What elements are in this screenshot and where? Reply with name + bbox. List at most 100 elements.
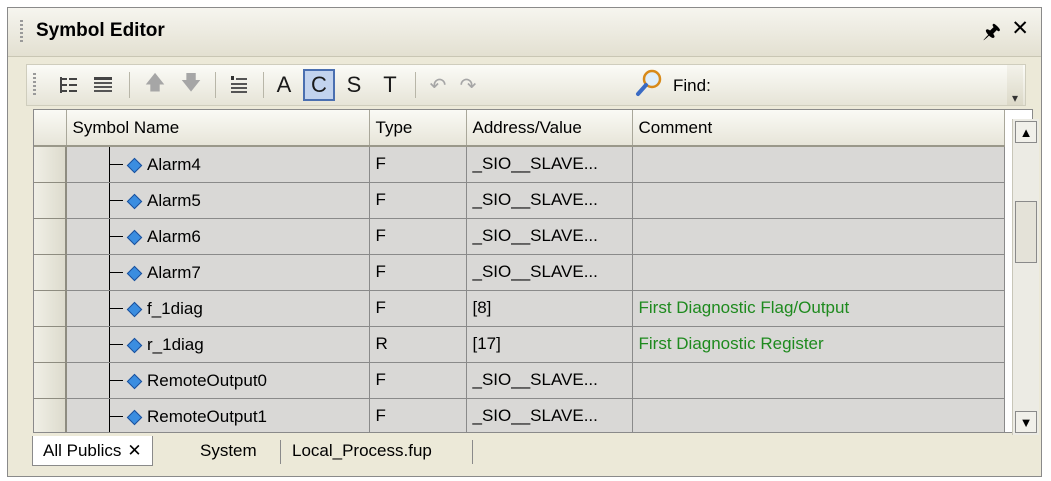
type-cell[interactable]: F (369, 254, 467, 291)
symbol-name: Alarm7 (147, 262, 201, 282)
table-row[interactable]: Alarm6 F _SIO__SLAVE... (34, 218, 1005, 255)
address-cell[interactable]: _SIO__SLAVE... (466, 182, 633, 219)
symbol-name-cell[interactable]: Alarm7 (66, 254, 370, 291)
move-up-icon[interactable]: 🡅 (141, 71, 169, 99)
table-row[interactable]: Alarm4 F _SIO__SLAVE... (34, 146, 1005, 183)
row-selector[interactable] (34, 398, 67, 432)
type-cell[interactable]: F (369, 146, 467, 183)
row-selector[interactable] (34, 146, 67, 183)
comment-cell[interactable]: First Diagnostic Flag/Output (632, 290, 1005, 327)
tree-branch (109, 235, 123, 237)
redo-icon[interactable]: ↷ (455, 71, 481, 99)
column-header-symbol-name[interactable]: Symbol Name (66, 110, 370, 147)
row-header-corner (34, 110, 67, 147)
filter-c-label: C (311, 72, 327, 97)
address-cell[interactable]: _SIO__SLAVE... (466, 146, 633, 183)
symbol-name-cell[interactable]: RemoteOutput1 (66, 398, 370, 432)
row-selector[interactable] (34, 290, 67, 327)
filter-a-label: A (276, 72, 292, 97)
tab-system[interactable]: System (200, 436, 257, 466)
address-cell[interactable]: _SIO__SLAVE... (466, 362, 633, 399)
address-cell[interactable]: _SIO__SLAVE... (466, 254, 633, 291)
table-row[interactable]: f_1diag F [8] First Diagnostic Flag/Output (34, 290, 1005, 327)
comment-cell[interactable]: First Diagnostic Register (632, 326, 1005, 363)
table-row[interactable]: Alarm5 F _SIO__SLAVE... (34, 182, 1005, 219)
tree-branch (109, 379, 123, 381)
symbol-diamond-icon (126, 157, 143, 174)
symbol-diamond-icon (126, 193, 143, 209)
tab-system-label: System (200, 441, 257, 460)
comment-cell[interactable] (632, 182, 1005, 219)
move-down-icon[interactable]: 🡇 (177, 71, 205, 99)
toolbar: 🡅 🡇 A C S T ↶ ↷ Find: ▾ (26, 64, 1026, 106)
title-bar: Symbol Editor 🖈 ✕ (8, 8, 1041, 57)
type-cell[interactable]: F (369, 290, 467, 327)
type-cell[interactable]: F (369, 398, 467, 432)
symbol-name-cell[interactable]: Alarm6 (66, 218, 370, 255)
tree-view-icon[interactable] (55, 71, 83, 99)
tab-all-publics[interactable]: All Publics ✕ (32, 436, 153, 466)
search-icon[interactable] (633, 69, 665, 97)
list-view-icon[interactable] (89, 71, 117, 99)
tree-branch (109, 164, 123, 165)
comment-cell[interactable] (632, 254, 1005, 291)
tree-branch (109, 307, 123, 309)
tree-branch (109, 199, 123, 201)
address-cell[interactable]: [17] (466, 326, 633, 363)
table-row[interactable]: RemoteOutput1 F _SIO__SLAVE... (34, 398, 1005, 432)
tree-branch (109, 343, 123, 345)
pin-icon[interactable]: 🖈 (983, 17, 1002, 51)
toolbar-grip[interactable] (33, 73, 36, 97)
address-cell[interactable]: [8] (466, 290, 633, 327)
filter-c-button[interactable]: C (303, 69, 335, 101)
symbol-name-cell[interactable]: Alarm5 (66, 182, 370, 219)
table-row[interactable]: r_1diag R [17] First Diagnostic Register (34, 326, 1005, 363)
table-header-row: Symbol Name Type Address/Value Comment (34, 110, 1005, 147)
tab-close-icon[interactable]: ✕ (127, 441, 141, 461)
type-cell[interactable]: F (369, 362, 467, 399)
filter-t-label: T (383, 72, 397, 97)
type-cell[interactable]: F (369, 218, 467, 255)
column-header-address-value[interactable]: Address/Value (466, 110, 633, 147)
column-header-type[interactable]: Type (369, 110, 467, 147)
filter-a-button[interactable]: A (271, 71, 297, 99)
vertical-scrollbar[interactable]: ▲ ▼ (1012, 119, 1039, 435)
comment-cell[interactable] (632, 218, 1005, 255)
close-icon[interactable]: ✕ (1011, 16, 1029, 41)
tab-local-process[interactable]: Local_Process.fup (292, 436, 432, 466)
toolbar-overflow-icon[interactable]: ▾ (1007, 65, 1023, 105)
column-header-comment[interactable]: Comment (632, 110, 1005, 147)
table-row[interactable]: RemoteOutput0 F _SIO__SLAVE... (34, 362, 1005, 399)
address-cell[interactable]: _SIO__SLAVE... (466, 218, 633, 255)
symbol-name-cell[interactable]: r_1diag (66, 326, 370, 363)
row-selector[interactable] (34, 362, 67, 399)
symbol-name: f_1diag (147, 298, 203, 318)
scroll-up-button[interactable]: ▲ (1015, 121, 1037, 143)
address-cell[interactable]: _SIO__SLAVE... (466, 398, 633, 432)
symbol-diamond-icon (126, 373, 143, 389)
scroll-thumb[interactable] (1015, 201, 1037, 263)
tree-branch (109, 415, 123, 417)
comment-cell[interactable] (632, 146, 1005, 183)
symbol-name-cell[interactable]: f_1diag (66, 290, 370, 327)
insert-icon[interactable] (225, 71, 253, 99)
undo-icon[interactable]: ↶ (425, 71, 451, 99)
comment-cell[interactable] (632, 362, 1005, 399)
title-grip[interactable] (20, 20, 23, 44)
symbol-diamond-icon (126, 229, 143, 245)
row-selector[interactable] (34, 254, 67, 291)
symbol-name-cell[interactable]: Alarm4 (66, 146, 370, 183)
type-cell[interactable]: R (369, 326, 467, 363)
symbol-name-cell[interactable]: RemoteOutput0 (66, 362, 370, 399)
filter-s-button[interactable]: S (341, 71, 367, 99)
row-selector[interactable] (34, 182, 67, 219)
filter-t-button[interactable]: T (377, 71, 403, 99)
symbol-name: Alarm4 (147, 155, 201, 174)
row-selector[interactable] (34, 218, 67, 255)
scroll-down-button[interactable]: ▼ (1015, 411, 1037, 433)
table-row[interactable]: Alarm7 F _SIO__SLAVE... (34, 254, 1005, 291)
comment-cell[interactable] (632, 398, 1005, 432)
symbol-table: Symbol Name Type Address/Value Comment A… (33, 109, 1033, 433)
row-selector[interactable] (34, 326, 67, 363)
type-cell[interactable]: F (369, 182, 467, 219)
